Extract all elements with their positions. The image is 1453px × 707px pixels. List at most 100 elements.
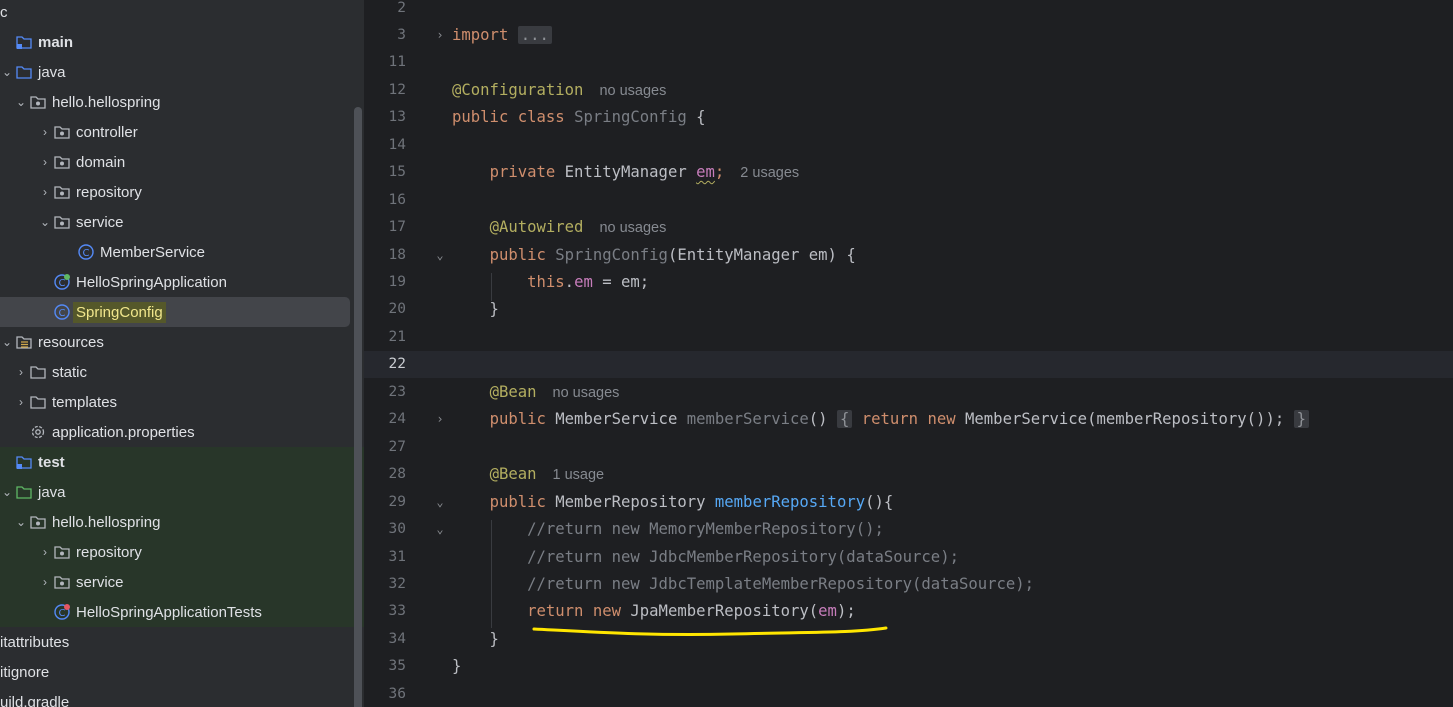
tree-item[interactable]: ⌄ service: [0, 207, 354, 237]
tree-item-label: templates: [52, 393, 118, 411]
tree-item[interactable]: application.properties: [0, 417, 354, 447]
code-line[interactable]: 32 //return new JdbcTemplateMemberReposi…: [364, 570, 1453, 597]
usages-hint[interactable]: no usages: [599, 220, 666, 236]
code-line[interactable]: 21: [364, 323, 1453, 350]
code-line[interactable]: 36: [364, 680, 1453, 707]
code-line[interactable]: 33 return new JpaMemberRepository(em);: [364, 598, 1453, 625]
chevron-down-icon[interactable]: ⌄: [0, 65, 14, 79]
code-text: @Autowired no usages: [452, 218, 667, 236]
chevron-down-icon[interactable]: ⌄: [0, 335, 14, 349]
tree-item[interactable]: › repository: [0, 177, 354, 207]
tree-item[interactable]: ⌄ hello.hellospring: [0, 507, 364, 537]
code-line[interactable]: 13 public class SpringConfig {: [364, 104, 1453, 131]
chevron-down-icon[interactable]: ⌄: [38, 215, 52, 229]
tree-item[interactable]: C SpringConfig: [0, 297, 354, 327]
tree-item[interactable]: › service: [0, 567, 364, 597]
fold-expanded-icon[interactable]: ⌄: [434, 495, 446, 509]
code-line[interactable]: 35}: [364, 653, 1453, 680]
code-token: SpringConfig: [555, 245, 668, 264]
tree-item[interactable]: test: [0, 447, 364, 477]
code-token: EntityManager: [564, 163, 697, 182]
code-line[interactable]: 19 this.em = em;: [364, 269, 1453, 296]
tree-item[interactable]: c: [0, 0, 354, 27]
chevron-right-icon[interactable]: ›: [38, 155, 52, 169]
chevron-right-icon[interactable]: ›: [14, 395, 28, 409]
code-line[interactable]: 29 ⌄ public MemberRepository memberReposi…: [364, 488, 1453, 515]
code-token: memberRepository: [714, 492, 866, 511]
code-line[interactable]: 17 @Autowired no usages: [364, 214, 1453, 241]
code-line[interactable]: 27: [364, 433, 1453, 460]
tree-item[interactable]: › templates: [0, 387, 354, 417]
tree-item[interactable]: ⌄ java: [0, 477, 364, 507]
folded-code-marker[interactable]: }: [1293, 410, 1309, 429]
tree-item[interactable]: main: [0, 27, 354, 57]
code-line[interactable]: 20 }: [364, 296, 1453, 323]
code-line[interactable]: 34 }: [364, 625, 1453, 652]
code-line[interactable]: 15 private EntityManager em; 2 usages: [364, 159, 1453, 186]
code-line[interactable]: 3 › import ...: [364, 21, 1453, 48]
svg-text:C: C: [83, 248, 90, 259]
code-token: em: [574, 273, 593, 291]
chevron-down-icon[interactable]: ⌄: [14, 95, 28, 109]
tree-item[interactable]: C MemberService: [0, 237, 354, 267]
fold-expanded-icon[interactable]: ⌄: [434, 522, 446, 536]
code-line[interactable]: 22: [364, 350, 1453, 378]
code-token: //return new JdbcMemberRepository(dataSo…: [527, 547, 959, 566]
tree-item-label: MemberService: [100, 243, 206, 261]
tree-item[interactable]: ⌄ java: [0, 57, 354, 87]
tree-item[interactable]: ⌄ resources: [0, 327, 354, 357]
chevron-right-icon[interactable]: ›: [38, 125, 52, 139]
tree-item[interactable]: › static: [0, 357, 354, 387]
code-editor[interactable]: 2 3 › import ... 11 12 @Configuration no usages…: [364, 0, 1453, 707]
tree-item[interactable]: ⌄ hello.hellospring: [0, 87, 354, 117]
fold-collapsed-icon[interactable]: ›: [434, 412, 446, 426]
folded-code-marker[interactable]: {: [836, 410, 853, 429]
code-text: public SpringConfig(EntityManager em) {: [452, 246, 856, 264]
usages-hint[interactable]: no usages: [553, 385, 620, 401]
tree-item[interactable]: › controller: [0, 117, 354, 147]
fold-collapsed-icon[interactable]: ›: [434, 28, 446, 42]
code-line[interactable]: 30 ⌄ //return new MemoryMemberRepository(…: [364, 516, 1453, 543]
code-text: public MemberService memberService() { r…: [452, 410, 1309, 429]
folded-code-marker[interactable]: ...: [517, 25, 552, 44]
tree-item[interactable]: uild.gradle: [0, 687, 354, 707]
code-token: MemberRepository: [555, 492, 715, 511]
line-number: 17: [388, 219, 406, 236]
chevron-down-icon[interactable]: ⌄: [0, 485, 14, 499]
code-line[interactable]: 23 @Bean no usages: [364, 378, 1453, 405]
package-icon: [52, 123, 72, 141]
tree-scrollbar[interactable]: [354, 107, 362, 707]
chevron-right-icon[interactable]: ›: [14, 365, 28, 379]
tree-item[interactable]: itignore: [0, 657, 354, 687]
tree-item[interactable]: itattributes: [0, 627, 354, 657]
tree-item[interactable]: C HelloSpringApplication: [0, 267, 354, 297]
code-line[interactable]: 12 @Configuration no usages: [364, 76, 1453, 103]
code-token: MemberService: [555, 410, 687, 429]
svg-text:C: C: [59, 308, 66, 319]
code-text: //return new JdbcMemberRepository(dataSo…: [452, 548, 959, 566]
chevron-right-icon[interactable]: ›: [38, 185, 52, 199]
code-token: @Bean: [489, 382, 537, 401]
code-text: this.em = em;: [452, 273, 649, 291]
code-line[interactable]: 16: [364, 186, 1453, 213]
usages-hint[interactable]: no usages: [599, 83, 666, 99]
tree-item[interactable]: › domain: [0, 147, 354, 177]
code-line[interactable]: 24 › public MemberService memberService()…: [364, 406, 1453, 433]
chevron-down-icon[interactable]: ⌄: [14, 515, 28, 529]
chevron-right-icon[interactable]: ›: [38, 545, 52, 559]
code-line[interactable]: 11: [364, 49, 1453, 76]
code-token: SpringConfig: [574, 108, 687, 127]
fold-expanded-icon[interactable]: ⌄: [434, 248, 446, 262]
code-line[interactable]: 2: [364, 0, 1453, 21]
code-line[interactable]: 14: [364, 131, 1453, 158]
tree-item[interactable]: › repository: [0, 537, 364, 567]
code-token: JpaMemberRepository(: [630, 602, 819, 621]
code-line[interactable]: 18 ⌄ public SpringConfig(EntityManager em…: [364, 241, 1453, 268]
usages-hint[interactable]: 1 usage: [553, 467, 605, 483]
code-line[interactable]: 28 @Bean 1 usage: [364, 461, 1453, 488]
code-line[interactable]: 31 //return new JdbcMemberRepository(dat…: [364, 543, 1453, 570]
tree-item[interactable]: C HelloSpringApplicationTests: [0, 597, 364, 627]
usages-hint[interactable]: 2 usages: [740, 165, 799, 181]
chevron-right-icon[interactable]: ›: [38, 575, 52, 589]
